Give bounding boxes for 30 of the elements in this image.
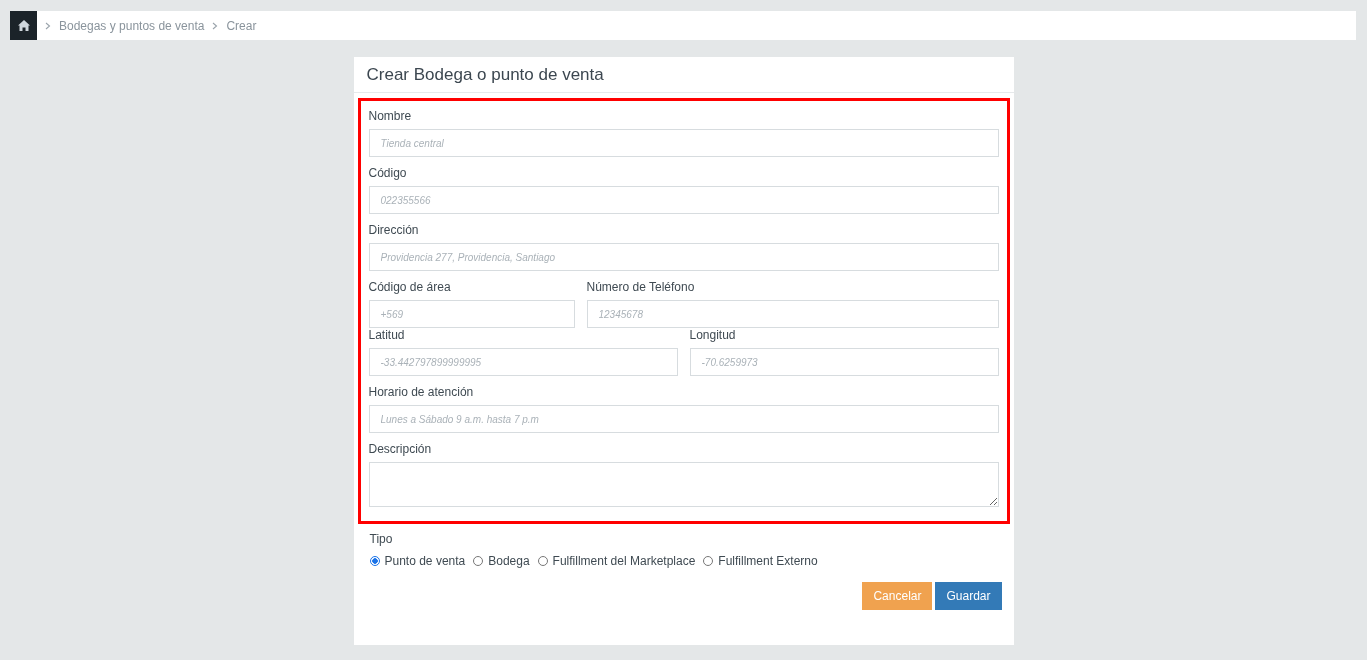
field-label: Dirección bbox=[368, 223, 420, 237]
input-field[interactable]: Providencia 277, Providencia, Santiago bbox=[368, 243, 999, 271]
field-label: Latitud bbox=[368, 328, 406, 342]
home-button[interactable] bbox=[10, 11, 37, 40]
field-label: Horario de atención bbox=[368, 385, 475, 399]
input-field[interactable]: -33.442797899999995 bbox=[368, 348, 678, 376]
field-label: Longitud bbox=[689, 328, 737, 342]
input-field[interactable]: 12345678 bbox=[586, 300, 999, 328]
radio-label[interactable]: Fulfillment Externo bbox=[718, 554, 818, 568]
field-label: Descripción bbox=[368, 442, 433, 456]
radio-button[interactable] bbox=[369, 556, 380, 566]
home-icon bbox=[17, 20, 30, 31]
field-label: Código bbox=[368, 166, 408, 180]
field-label: Nombre bbox=[368, 109, 413, 123]
input-field[interactable]: -70.6259973 bbox=[689, 348, 999, 376]
input-field[interactable]: Lunes a Sábado 9 a.m. hasta 7 p.m bbox=[368, 405, 999, 433]
radio-label[interactable]: Punto de venta bbox=[384, 554, 466, 568]
field-label: Código de área bbox=[368, 280, 452, 294]
chevron-icon bbox=[45, 21, 51, 30]
input-field[interactable]: +569 bbox=[368, 300, 575, 328]
save-button[interactable]: Guardar bbox=[935, 582, 1002, 610]
input-field[interactable]: Tienda central bbox=[368, 129, 999, 157]
input-field[interactable]: 022355566 bbox=[368, 186, 999, 214]
radio-label[interactable]: Bodega bbox=[488, 554, 530, 568]
chevron-icon bbox=[212, 21, 219, 30]
card-title: Crear Bodega o punto de venta bbox=[366, 64, 604, 85]
field-label: Tipo bbox=[369, 532, 394, 546]
textarea-field[interactable] bbox=[368, 462, 999, 507]
radio-label[interactable]: Fulfillment del Marketplace bbox=[552, 554, 696, 568]
field-label: Número de Teléfono bbox=[586, 280, 696, 294]
